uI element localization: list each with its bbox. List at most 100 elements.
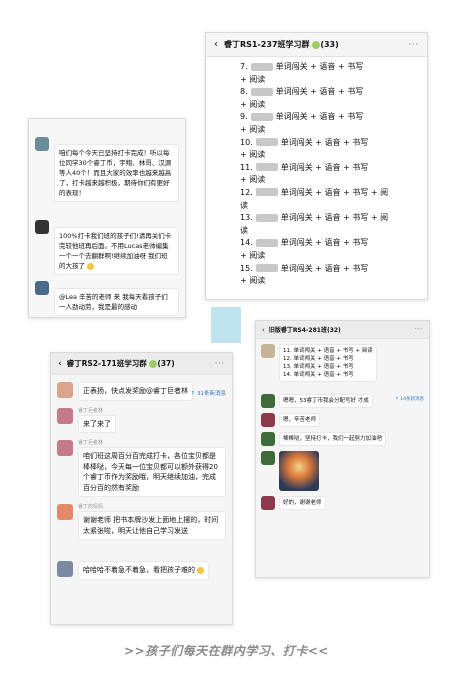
item-text: 读: [240, 200, 248, 210]
message-text: 咱们班这周百分百完成打卡，各位宝贝都是棒棒哒，今天每一位宝贝都可以额外获得20个…: [83, 452, 218, 492]
avatar[interactable]: [57, 504, 73, 520]
message-bubble[interactable]: 嗯嗯，53睿丁币我会分配写好 才成: [279, 394, 373, 408]
checkin-list-item: 14. 单词闯关 + 语音 + 书写: [240, 237, 419, 250]
image-message[interactable]: [279, 451, 319, 491]
checkin-list-item: 10. 单词闯关 + 语音 + 书写: [240, 137, 419, 150]
item-text: 单词闯关 + 语音 + 书写: [275, 87, 364, 97]
message-text: 哈哈哈不着急不着急，看把孩子难的: [83, 566, 195, 574]
avatar[interactable]: [57, 382, 73, 398]
avatar[interactable]: [261, 394, 275, 408]
checkin-list-item: + 阅读: [240, 124, 419, 137]
item-text: 单词闯关 + 语音 + 书写: [280, 238, 369, 248]
item-text: 单词闯关 + 语音 + 书写 + 阅: [280, 187, 389, 197]
message-bubble[interactable]: 好的，谢谢老师: [279, 496, 326, 510]
message-bubble[interactable]: 哈哈哈不着急不着急，看把孩子难的: [78, 561, 210, 580]
message-text: 嗯，辛苦老师: [283, 417, 317, 423]
checkin-list-item: 15. 单词闯关 + 语音 + 书写: [240, 263, 419, 276]
message-item: 11. 单词闯关 + 语音 + 书写 + 阅读 12. 单词闯关 + 语音 + 书…: [261, 344, 424, 382]
checkin-list-item: + 阅读: [240, 275, 419, 288]
message-bubble[interactable]: 谢谢老师 把书本牌沙发上面地上摆的，时间太紧张啦，明天让他自己学习发送: [78, 511, 226, 540]
new-messages-indicator[interactable]: ↑ 31条新消息: [191, 389, 226, 397]
group-name: 睿丁RS2-171班学习群: [66, 359, 147, 368]
item-number: 11.: [240, 162, 253, 172]
message-bubble[interactable]: 100%打卡我们班的孩子们!请再关们卡完较他班再后面。不用Lucas老帅编集一个…: [54, 227, 179, 275]
message-item: [261, 451, 424, 491]
avatar[interactable]: [57, 440, 73, 456]
message-text: 谢谢老师 把书本牌沙发上面地上摆的，时间太紧张啦，明天让他自己学习发送: [83, 516, 219, 535]
checkin-list-item: + 阅读: [240, 74, 419, 87]
message-item: @Lea 辛苦的老师 来 我每天看孩子们一人劲动劳，我是最的感动: [35, 281, 179, 316]
checkin-line: 11. 单词闯关 + 语音 + 书写 + 阅读: [283, 348, 373, 354]
chat-screenshot-a: 咱们每个今天已坚持打卡完成！听以每位同学30个睿丁币，宇翔、林哥、汉源等人40个…: [28, 118, 186, 318]
new-messages-indicator[interactable]: ↑ 14条新消息: [395, 396, 424, 402]
item-text: 单词闯关 + 语音 + 书写: [280, 162, 369, 172]
message-text: 100%打卡我们班的孩子们!请再关们卡完较他班再后面。不用Lucas老帅编集一个…: [59, 232, 172, 270]
avatar[interactable]: [261, 496, 275, 510]
blurred-name: [250, 112, 273, 121]
sender-name: [54, 281, 179, 288]
checkin-line: 12. 单词闯关 + 语音 + 书写: [283, 356, 354, 362]
item-number: 14.: [240, 238, 253, 248]
message-bubble[interactable]: 正表扬，快点发奖励@睿丁巨者林: [78, 382, 193, 401]
avatar[interactable]: [35, 137, 49, 151]
caption: >>孩子们每天在群内学习、打卡<<: [124, 644, 329, 658]
message-item: 好的，谢谢老师: [261, 496, 424, 510]
checkin-list-item: 13. 单词闯关 + 语音 + 书写 + 阅: [240, 212, 419, 225]
avatar[interactable]: [35, 281, 49, 295]
chat-title: 睿丁RS2-171班学习群 (37): [67, 358, 215, 369]
checkin-list-item: 9. 单词闯关 + 语音 + 书写: [240, 111, 419, 124]
new-messages-label: 31条新消息: [197, 391, 226, 397]
avatar[interactable]: [57, 561, 73, 577]
avatar[interactable]: [35, 220, 49, 234]
decorative-block: [211, 307, 241, 343]
back-arrow-icon[interactable]: ‹: [58, 359, 62, 369]
message-bubble[interactable]: @Lea 辛苦的老师 来 我每天看孩子们一人劲动劳，我是最的感动: [54, 288, 179, 316]
message-bubble[interactable]: 咱们班这周百分百完成打卡，各位宝贝都是棒棒哒，今天每一位宝贝都可以额外获得20个…: [78, 447, 226, 497]
checkin-list-item: 11. 单词闯关 + 语音 + 书写: [240, 162, 419, 175]
message-text: 嗯嗯，53睿丁币我会分配写好 才成: [283, 398, 369, 404]
item-text: + 阅读: [240, 276, 266, 286]
message-bubble[interactable]: 咱们每个今天已坚持打卡完成！听以每位同学30个睿丁币，宇翔、林哥、汉源等人40个…: [54, 144, 179, 202]
message-item: 棒棒哒，坚持打卡，我们一起努力加油吧: [261, 432, 424, 446]
item-number: 12.: [240, 187, 253, 197]
message-text: 正表扬，快点发奖励@睿丁巨者林: [83, 387, 188, 395]
blurred-name: [255, 213, 278, 222]
avatar[interactable]: [261, 432, 275, 446]
timestamp: [51, 548, 232, 554]
new-messages-label: 14条新消息: [400, 397, 424, 402]
blurred-name: [255, 163, 278, 172]
avatar[interactable]: [261, 451, 275, 465]
item-text: + 阅读: [240, 150, 266, 160]
message-bubble[interactable]: 嗯，辛苦老师: [279, 413, 321, 427]
more-icon[interactable]: ···: [408, 40, 419, 49]
message-bubble[interactable]: 11. 单词闯关 + 语音 + 书写 + 阅读 12. 单词闯关 + 语音 + 书…: [279, 344, 377, 382]
message-text: 来了来了: [83, 419, 111, 428]
chat-screenshot-c: ‹ 睿丁RS2-171班学习群 (37) ··· 正表扬，快点发奖励@睿丁巨者林…: [50, 352, 233, 625]
avatar[interactable]: [261, 344, 275, 358]
checkin-list-item: + 阅读: [240, 149, 419, 162]
more-icon[interactable]: ···: [215, 359, 225, 368]
message-bubble[interactable]: 棒棒哒，坚持打卡，我们一起努力加油吧: [279, 432, 387, 446]
avatar[interactable]: [261, 413, 275, 427]
checkin-list-item: 读: [240, 225, 419, 238]
back-arrow-icon[interactable]: ‹: [262, 326, 265, 334]
chat-header: ‹ 睿丁RS1-237班学习群 (33) ···: [206, 33, 427, 57]
message-item: 睿丁巨者林 咱们班这周百分百完成打卡，各位宝贝都是棒棒哒，今天每一位宝贝都可以额…: [57, 440, 226, 497]
emoji-icon: [87, 262, 95, 270]
message-bubble[interactable]: 来了来了: [78, 414, 116, 433]
message-item: 睿丁的妈妈 谢谢老师 把书本牌沙发上面地上摆的，时间太紧张啦，明天让他自己学习发…: [57, 504, 226, 540]
sender-name: 睿丁巨者林: [78, 440, 104, 446]
blurred-name: [255, 138, 278, 147]
back-arrow-icon[interactable]: ‹: [214, 39, 218, 50]
item-text: 单词闯关 + 语音 + 书写: [280, 263, 369, 273]
chat-title: 旧版睿丁RS4-281班(32): [269, 325, 414, 334]
message-item: 睿丁巨者林 来了来了: [57, 407, 226, 433]
more-icon[interactable]: ···: [414, 326, 423, 333]
member-count: (37): [157, 359, 175, 368]
chat-screenshot-b: ‹ 睿丁RS1-237班学习群 (33) ··· 7. 单词闯关 + 语音 + 书…: [205, 32, 428, 300]
avatar[interactable]: [57, 407, 73, 424]
item-text: + 阅读: [240, 175, 266, 185]
message-text: @Lea 辛苦的老师 来 我每天看孩子们一人劲动劳，我是最的感动: [59, 293, 168, 311]
message-item: 哈哈哈不着急不着急，看把孩子难的: [57, 561, 226, 580]
member-count: (32): [326, 327, 341, 334]
